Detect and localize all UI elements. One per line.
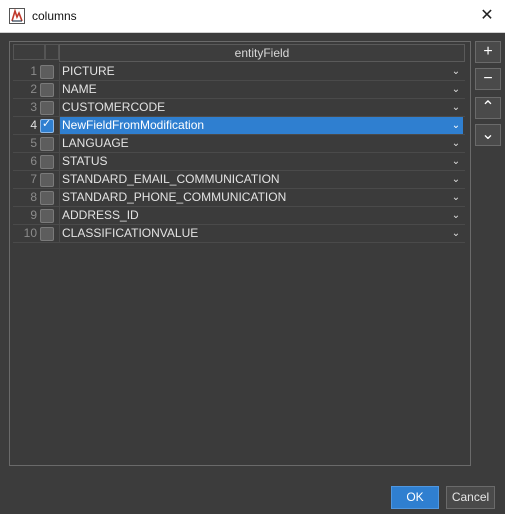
chevron-down-icon[interactable]: ⌄ [449, 63, 463, 80]
table-row[interactable]: 7 STANDARD_EMAIL_COMMUNICATION ⌄ [13, 171, 465, 189]
entity-field-value[interactable]: STANDARD_EMAIL_COMMUNICATION [59, 171, 457, 188]
check-icon: ✓ [42, 118, 52, 130]
chevron-down-icon[interactable]: ⌄ [449, 99, 463, 116]
row-checkbox[interactable] [40, 101, 54, 115]
table-row[interactable]: 2 NAME ⌄ [13, 81, 465, 99]
move-up-button[interactable]: ⌃ [475, 97, 501, 119]
remove-button[interactable]: − [475, 68, 501, 90]
row-checkbox[interactable] [40, 191, 54, 205]
row-number: 8 [30, 190, 37, 204]
row-checkbox[interactable] [40, 155, 54, 169]
table-row[interactable]: 4 ✓ NewFieldFromModification ⌄ [13, 117, 465, 135]
row-number: 1 [30, 64, 37, 78]
entity-field-value[interactable]: CUSTOMERCODE [59, 99, 457, 116]
table-header: entityField [10, 42, 470, 62]
close-icon[interactable]: ✕ [477, 6, 497, 26]
table-row[interactable]: 10 CLASSIFICATIONVALUE ⌄ [13, 225, 465, 243]
move-down-button[interactable]: ⌄ [475, 124, 501, 146]
table-row[interactable]: 1 PICTURE ⌄ [13, 63, 465, 81]
chevron-down-icon[interactable]: ⌄ [449, 117, 463, 134]
entity-field-value[interactable]: CLASSIFICATIONVALUE [59, 225, 457, 242]
table-row[interactable]: 6 STATUS ⌄ [13, 153, 465, 171]
cancel-button[interactable]: Cancel [446, 486, 495, 509]
entity-field-value[interactable]: STANDARD_PHONE_COMMUNICATION [59, 189, 457, 206]
add-button[interactable]: + [475, 41, 501, 63]
chevron-down-icon[interactable]: ⌄ [449, 153, 463, 170]
table-row[interactable]: 3 CUSTOMERCODE ⌄ [13, 99, 465, 117]
title-bar: columns ✕ [0, 0, 505, 33]
chevron-down-icon[interactable]: ⌄ [449, 189, 463, 206]
row-number: 2 [30, 82, 37, 96]
row-number: 7 [30, 172, 37, 186]
row-checkbox[interactable] [40, 137, 54, 151]
chevron-down-icon[interactable]: ⌄ [449, 135, 463, 152]
chevron-down-icon[interactable]: ⌄ [449, 207, 463, 224]
entity-field-value[interactable]: PICTURE [59, 63, 457, 80]
ok-button[interactable]: OK [391, 486, 439, 509]
table-row[interactable]: 8 STANDARD_PHONE_COMMUNICATION ⌄ [13, 189, 465, 207]
app-logo-icon [9, 8, 25, 24]
row-checkbox[interactable] [40, 173, 54, 187]
row-checkbox[interactable]: ✓ [40, 118, 54, 133]
row-checkbox[interactable] [40, 209, 54, 223]
header-entity-field[interactable]: entityField [59, 44, 465, 62]
row-number: 4 [30, 118, 37, 132]
columns-table: entityField 1 PICTURE ⌄ 2 NAME ⌄ 3 CUSTOMERCODE… [9, 41, 471, 466]
table-row[interactable]: 9 ADDRESS_ID ⌄ [13, 207, 465, 225]
row-number: 10 [23, 226, 37, 240]
entity-field-value[interactable]: ADDRESS_ID [59, 207, 457, 224]
header-check-column [45, 44, 59, 60]
table-row[interactable]: 5 LANGUAGE ⌄ [13, 135, 465, 153]
row-checkbox[interactable] [40, 83, 54, 97]
chevron-down-icon[interactable]: ⌄ [449, 171, 463, 188]
window-title: columns [32, 9, 77, 23]
entity-field-value[interactable]: STATUS [59, 153, 457, 170]
chevron-down-icon[interactable]: ⌄ [449, 225, 463, 242]
row-number: 6 [30, 154, 37, 168]
chevron-down-icon[interactable]: ⌄ [449, 81, 463, 98]
row-checkbox[interactable] [40, 65, 54, 79]
row-number: 5 [30, 136, 37, 150]
entity-field-value[interactable]: LANGUAGE [59, 135, 457, 152]
row-checkbox[interactable] [40, 227, 54, 241]
row-number: 3 [30, 100, 37, 114]
row-number: 9 [30, 208, 37, 222]
header-number-column [13, 44, 45, 60]
entity-field-value[interactable]: NewFieldFromModification [59, 117, 457, 134]
entity-field-value[interactable]: NAME [59, 81, 457, 98]
